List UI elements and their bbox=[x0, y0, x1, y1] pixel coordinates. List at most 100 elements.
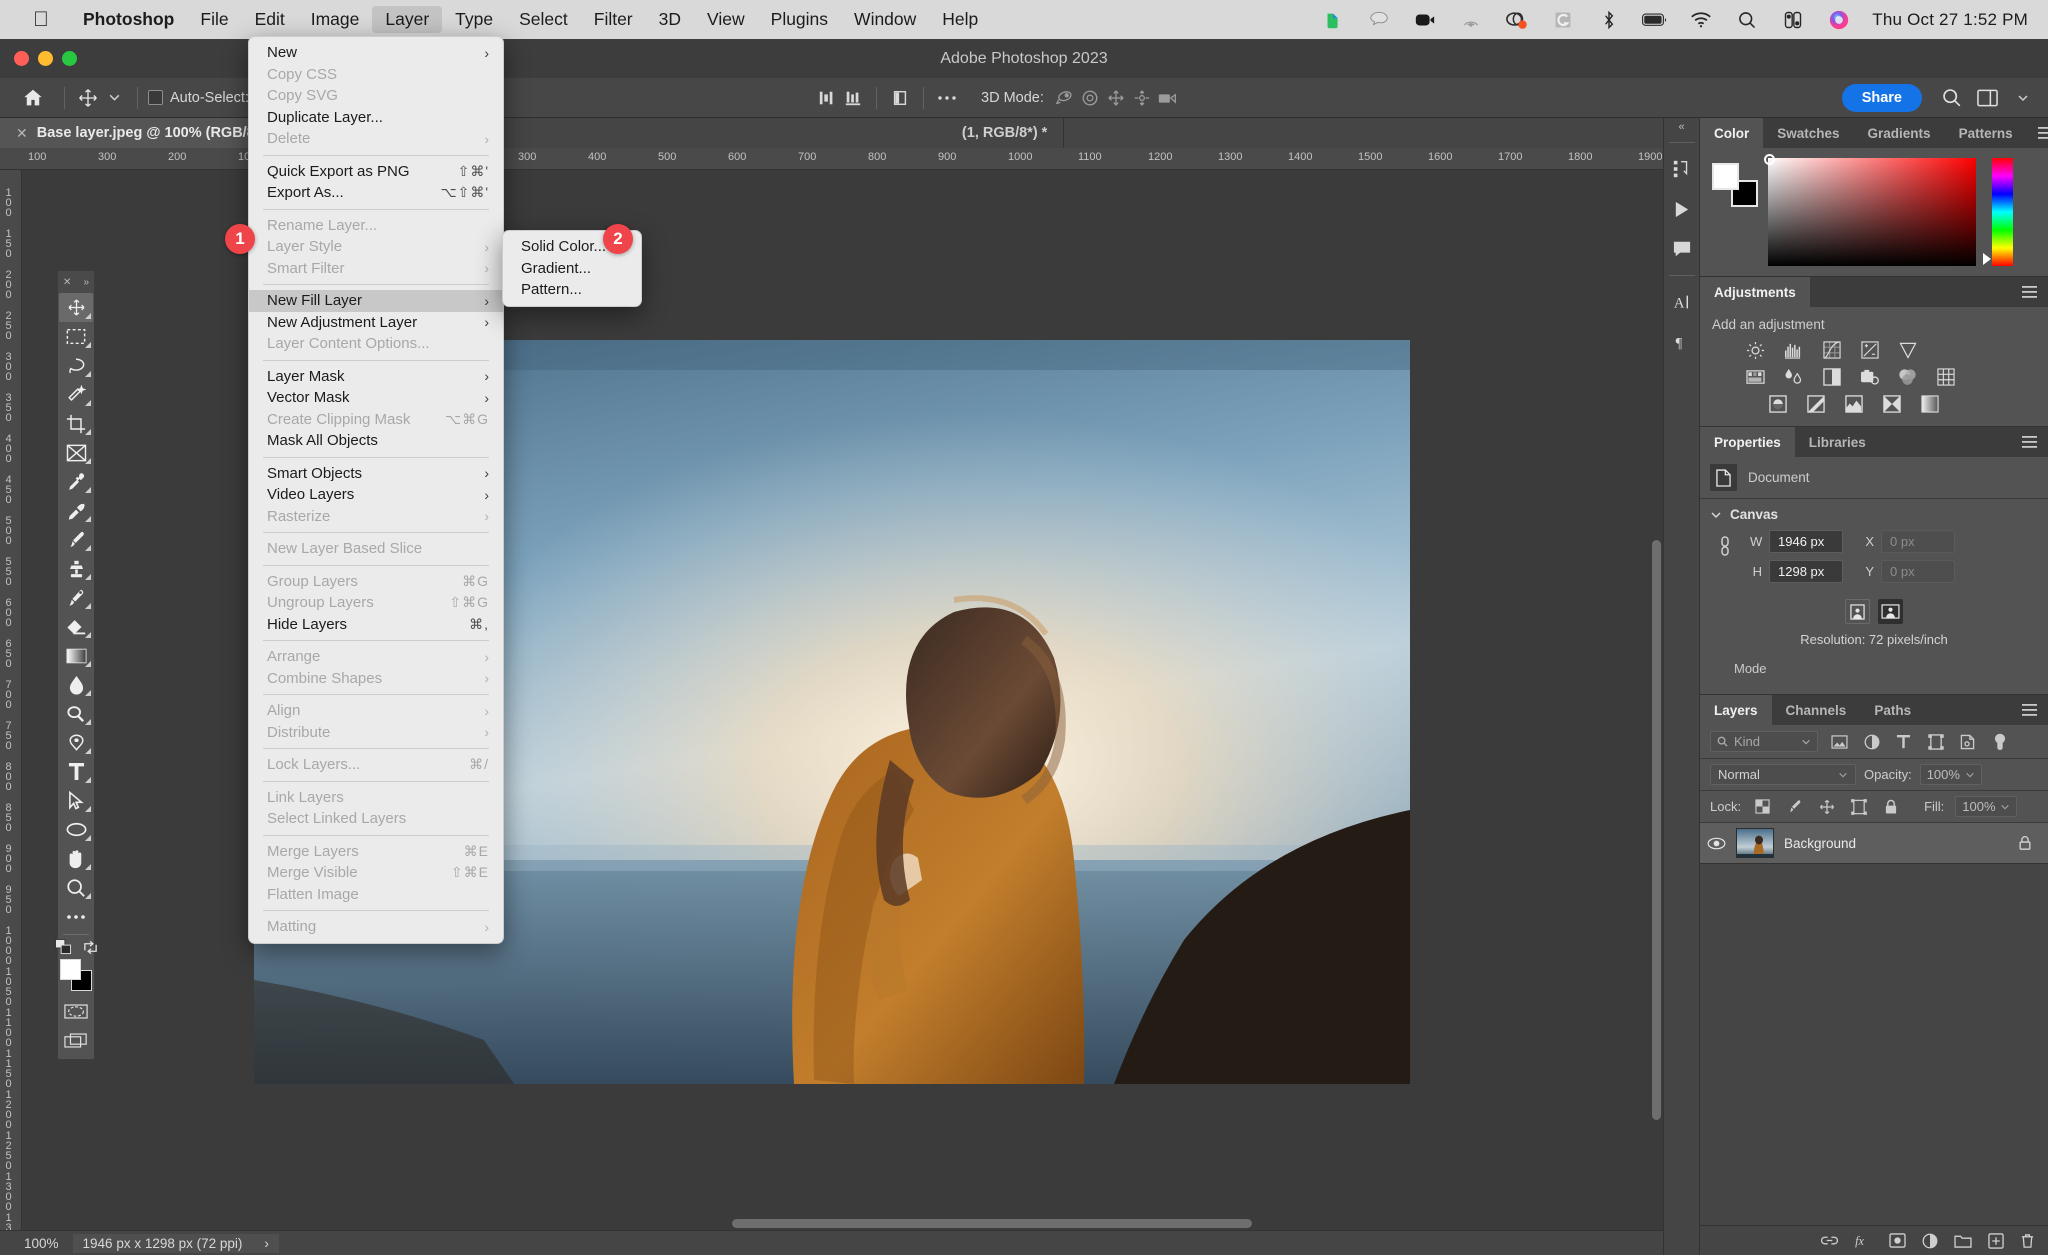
menu-photoshop[interactable]: Photoshop bbox=[70, 6, 187, 33]
grammarly-icon[interactable] bbox=[1550, 7, 1576, 33]
align-right-icon[interactable] bbox=[887, 84, 913, 112]
more-options-icon[interactable] bbox=[934, 84, 960, 112]
lock-image-icon[interactable] bbox=[1784, 796, 1805, 817]
tool-hand[interactable] bbox=[59, 844, 93, 873]
menu-file[interactable]: File bbox=[187, 6, 241, 33]
default-colors-icon[interactable] bbox=[54, 939, 72, 955]
width-input[interactable]: 1946 px bbox=[1769, 530, 1843, 553]
cleanmymac-icon[interactable] bbox=[1504, 7, 1530, 33]
tab-channels[interactable]: Channels bbox=[1772, 695, 1861, 725]
hamburger-menu-icon[interactable] bbox=[2011, 277, 2048, 307]
swap-colors-icon[interactable] bbox=[83, 940, 98, 955]
align-center-h-icon[interactable] bbox=[840, 84, 866, 112]
chevron-down-icon[interactable] bbox=[2010, 84, 2036, 112]
layer-row-background[interactable]: Background bbox=[1700, 823, 2048, 863]
menu-type[interactable]: Type bbox=[442, 6, 506, 33]
spotlight-search-icon[interactable] bbox=[1734, 7, 1760, 33]
eye-icon[interactable] bbox=[1706, 837, 1726, 850]
tool-zoom[interactable] bbox=[59, 873, 93, 902]
color-swatch-stack[interactable] bbox=[1710, 162, 1760, 210]
black-white-icon[interactable] bbox=[1820, 367, 1843, 387]
menu-item-vector-mask[interactable]: Vector Mask › bbox=[249, 387, 503, 409]
add-mask-icon[interactable] bbox=[1889, 1233, 1906, 1248]
tool-eyedropper[interactable] bbox=[59, 467, 93, 496]
workspace-icon[interactable] bbox=[1974, 84, 2000, 112]
tool-object-selection[interactable] bbox=[59, 380, 93, 409]
apple-logo-icon[interactable]:  bbox=[30, 8, 52, 32]
lock-all-icon[interactable] bbox=[1880, 796, 1901, 817]
link-layers-icon[interactable] bbox=[1821, 1233, 1838, 1248]
levels-icon[interactable] bbox=[1782, 340, 1805, 360]
menu-layer[interactable]: Layer bbox=[372, 6, 443, 33]
menu-plugins[interactable]: Plugins bbox=[758, 6, 841, 33]
align-left-icon[interactable] bbox=[814, 84, 840, 112]
smart-object-filter-icon[interactable] bbox=[1957, 731, 1978, 752]
channel-mixer-icon[interactable] bbox=[1896, 367, 1919, 387]
tab-paths[interactable]: Paths bbox=[1860, 695, 1925, 725]
evernote-icon[interactable] bbox=[1320, 7, 1346, 33]
tool-rectangular-marquee[interactable] bbox=[59, 322, 93, 351]
bluetooth-icon[interactable] bbox=[1596, 7, 1622, 33]
link-icon[interactable] bbox=[1710, 530, 1740, 583]
collapse-panels-icon[interactable]: « bbox=[1664, 118, 1699, 136]
menu-item-duplicate-layer[interactable]: Duplicate Layer... bbox=[249, 107, 503, 129]
adjustment-layer-filter-icon[interactable] bbox=[1861, 731, 1882, 752]
hamburger-menu-icon[interactable] bbox=[2011, 695, 2048, 725]
gradient-map-icon[interactable] bbox=[1918, 394, 1941, 414]
paragraph-icon[interactable]: ¶ bbox=[1667, 322, 1697, 362]
hue-slider-handle[interactable] bbox=[1983, 253, 1991, 265]
zoom-camera-icon[interactable] bbox=[1412, 7, 1438, 33]
canvas-section-header[interactable]: Canvas bbox=[1700, 499, 2048, 526]
menu-item-new-fill-layer[interactable]: New Fill Layer › bbox=[249, 290, 503, 312]
color-field[interactable] bbox=[1764, 154, 1976, 266]
menu-filter[interactable]: Filter bbox=[581, 6, 646, 33]
camera-3d-icon[interactable] bbox=[1155, 84, 1181, 112]
tools-palette-header[interactable]: ✕ » bbox=[58, 271, 94, 293]
tool-clone-stamp[interactable] bbox=[59, 554, 93, 583]
move-tool-icon[interactable] bbox=[75, 84, 101, 112]
invert-icon[interactable] bbox=[1766, 394, 1789, 414]
canvas-horizontal-scrollbar[interactable] bbox=[52, 1219, 1662, 1228]
lock-artboard-icon[interactable] bbox=[1848, 796, 1869, 817]
height-input[interactable]: 1298 px bbox=[1769, 560, 1843, 583]
posterize-icon[interactable] bbox=[1804, 394, 1827, 414]
close-window-button[interactable] bbox=[14, 51, 29, 66]
slide-3d-icon[interactable] bbox=[1129, 84, 1155, 112]
hue-saturation-icon[interactable] bbox=[1744, 367, 1767, 387]
pan-3d-icon[interactable] bbox=[1103, 84, 1129, 112]
quick-mask-button[interactable] bbox=[59, 997, 93, 1026]
foreground-color-swatch[interactable] bbox=[1712, 163, 1739, 190]
auto-select-checkbox[interactable] bbox=[148, 90, 163, 105]
color-picker-handle[interactable] bbox=[1764, 154, 1775, 165]
screen-mode-button[interactable] bbox=[59, 1026, 93, 1055]
menu-view[interactable]: View bbox=[694, 6, 758, 33]
y-input[interactable]: 0 px bbox=[1881, 560, 1955, 583]
home-icon[interactable] bbox=[12, 84, 54, 112]
tool-pen[interactable] bbox=[59, 728, 93, 757]
menu-item-layer-mask[interactable]: Layer Mask › bbox=[249, 366, 503, 388]
layer-thumbnail[interactable] bbox=[1736, 828, 1774, 858]
tab-layers[interactable]: Layers bbox=[1700, 695, 1772, 725]
expand-columns-icon[interactable]: » bbox=[83, 277, 89, 288]
close-tab-icon[interactable]: ✕ bbox=[16, 125, 28, 142]
layer-kind-filter[interactable]: Kind bbox=[1710, 731, 1818, 752]
comments-icon[interactable] bbox=[1667, 229, 1697, 269]
tool-type[interactable] bbox=[59, 757, 93, 786]
character-icon[interactable]: A bbox=[1667, 282, 1697, 322]
tool-lasso[interactable] bbox=[59, 351, 93, 380]
fill-input[interactable]: 100% bbox=[1955, 796, 2018, 817]
delete-layer-icon[interactable] bbox=[2020, 1233, 2035, 1249]
tool-brush[interactable] bbox=[59, 525, 93, 554]
tool-crop[interactable] bbox=[59, 409, 93, 438]
submenu-item-pattern[interactable]: Pattern... bbox=[503, 279, 641, 301]
zoom-level[interactable]: 100% bbox=[0, 1236, 73, 1251]
lock-transparency-icon[interactable] bbox=[1752, 796, 1773, 817]
menu-select[interactable]: Select bbox=[506, 6, 581, 33]
menu-window[interactable]: Window bbox=[841, 6, 929, 33]
tool-path-selection[interactable] bbox=[59, 786, 93, 815]
tab-libraries[interactable]: Libraries bbox=[1795, 427, 1880, 457]
tab-properties[interactable]: Properties bbox=[1700, 427, 1795, 457]
foreground-color-swatch[interactable] bbox=[60, 959, 81, 980]
tool-ellipse[interactable] bbox=[59, 815, 93, 844]
roll-3d-icon[interactable] bbox=[1077, 84, 1103, 112]
